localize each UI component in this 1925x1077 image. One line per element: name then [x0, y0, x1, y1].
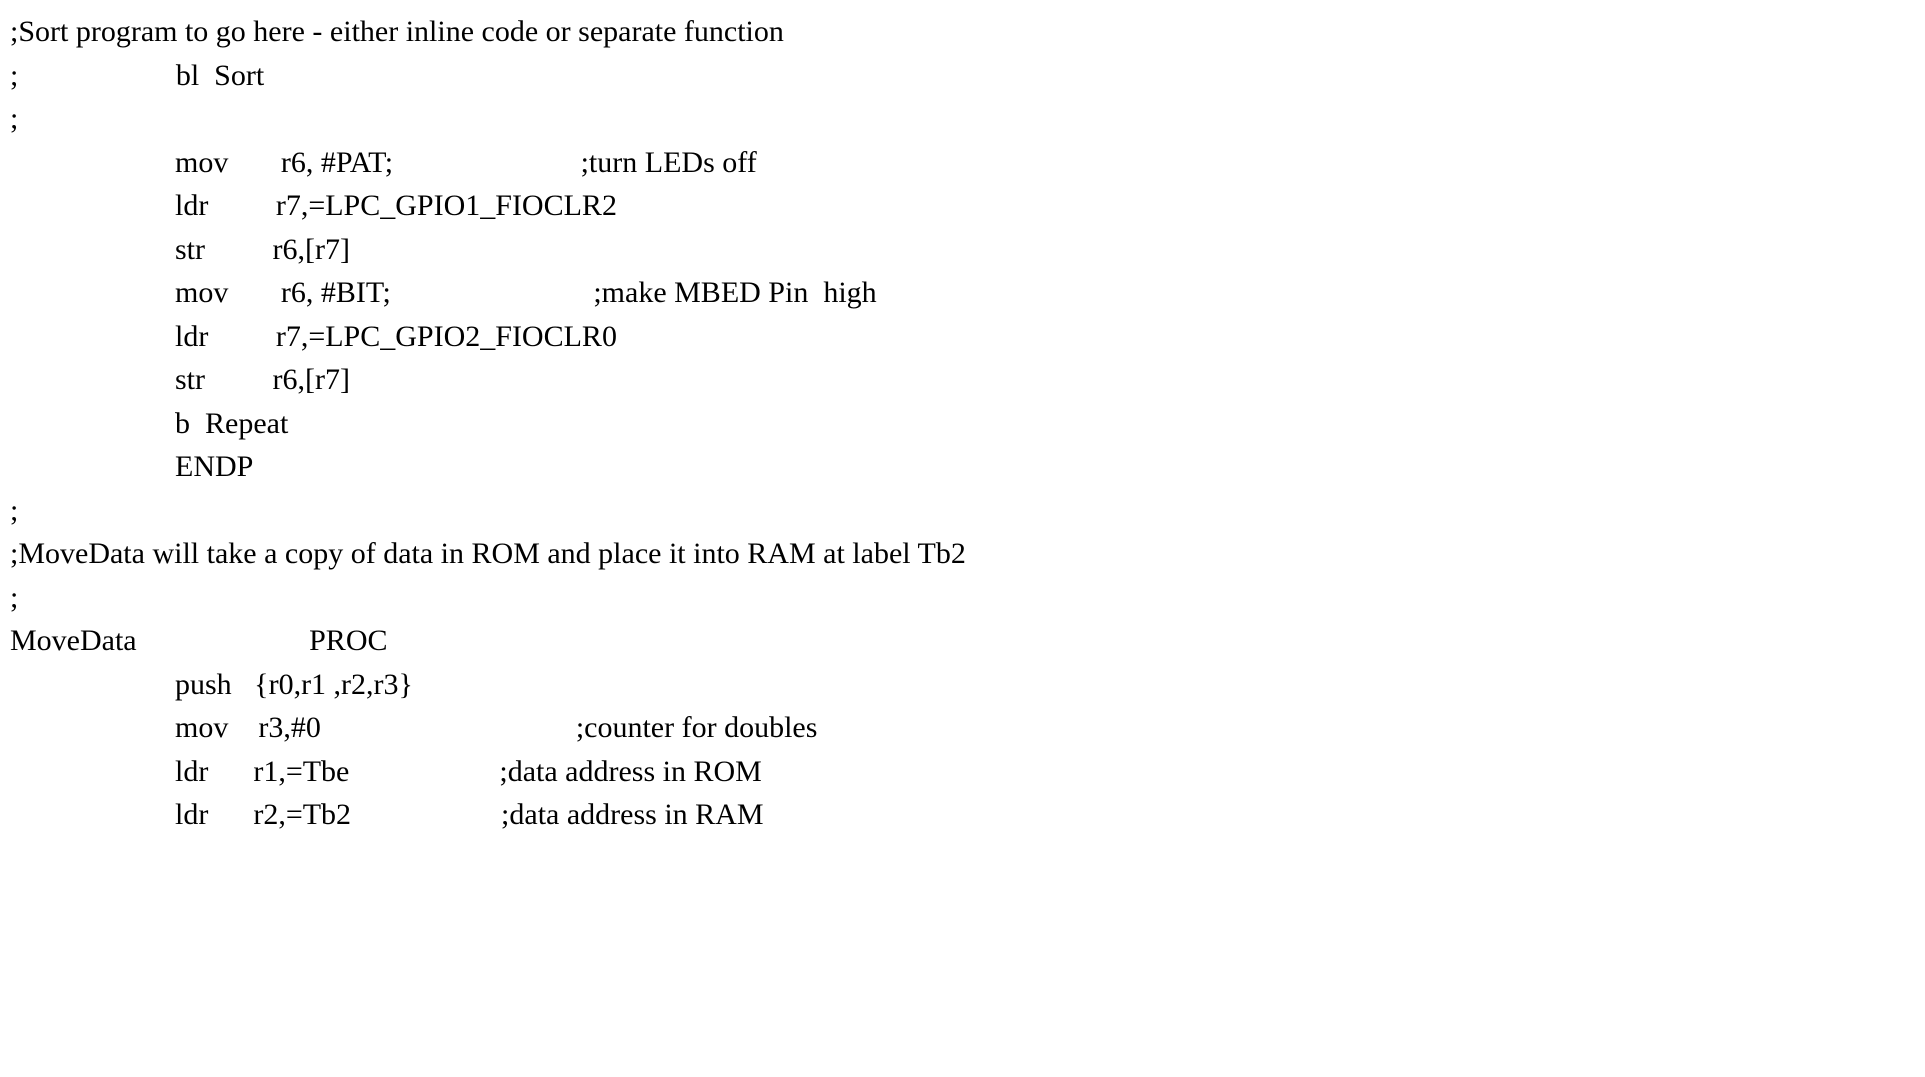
- code-line: str r6,[r7]: [10, 228, 1915, 272]
- code-line: b Repeat: [10, 402, 1915, 446]
- code-line: ldr r1,=Tbe ;data address in ROM: [10, 750, 1915, 794]
- code-line: ;: [10, 97, 1915, 141]
- code-listing: ;Sort program to go here - either inline…: [10, 10, 1915, 837]
- code-line: mov r3,#0 ;counter for doubles: [10, 706, 1915, 750]
- code-line: ;: [10, 489, 1915, 533]
- code-line: mov r6, #PAT; ;turn LEDs off: [10, 141, 1915, 185]
- code-line: ;MoveData will take a copy of data in RO…: [10, 532, 1915, 576]
- code-line: MoveData PROC: [10, 619, 1915, 663]
- code-line: ENDP: [10, 445, 1915, 489]
- code-line: ;: [10, 576, 1915, 620]
- code-line: ; bl Sort: [10, 54, 1915, 98]
- code-line: ldr r7,=LPC_GPIO1_FIOCLR2: [10, 184, 1915, 228]
- code-line: push {r0,r1 ,r2,r3}: [10, 663, 1915, 707]
- code-line: ;Sort program to go here - either inline…: [10, 10, 1915, 54]
- code-line: str r6,[r7]: [10, 358, 1915, 402]
- code-line: mov r6, #BIT; ;make MBED Pin high: [10, 271, 1915, 315]
- code-line: ldr r2,=Tb2 ;data address in RAM: [10, 793, 1915, 837]
- code-line: ldr r7,=LPC_GPIO2_FIOCLR0: [10, 315, 1915, 359]
